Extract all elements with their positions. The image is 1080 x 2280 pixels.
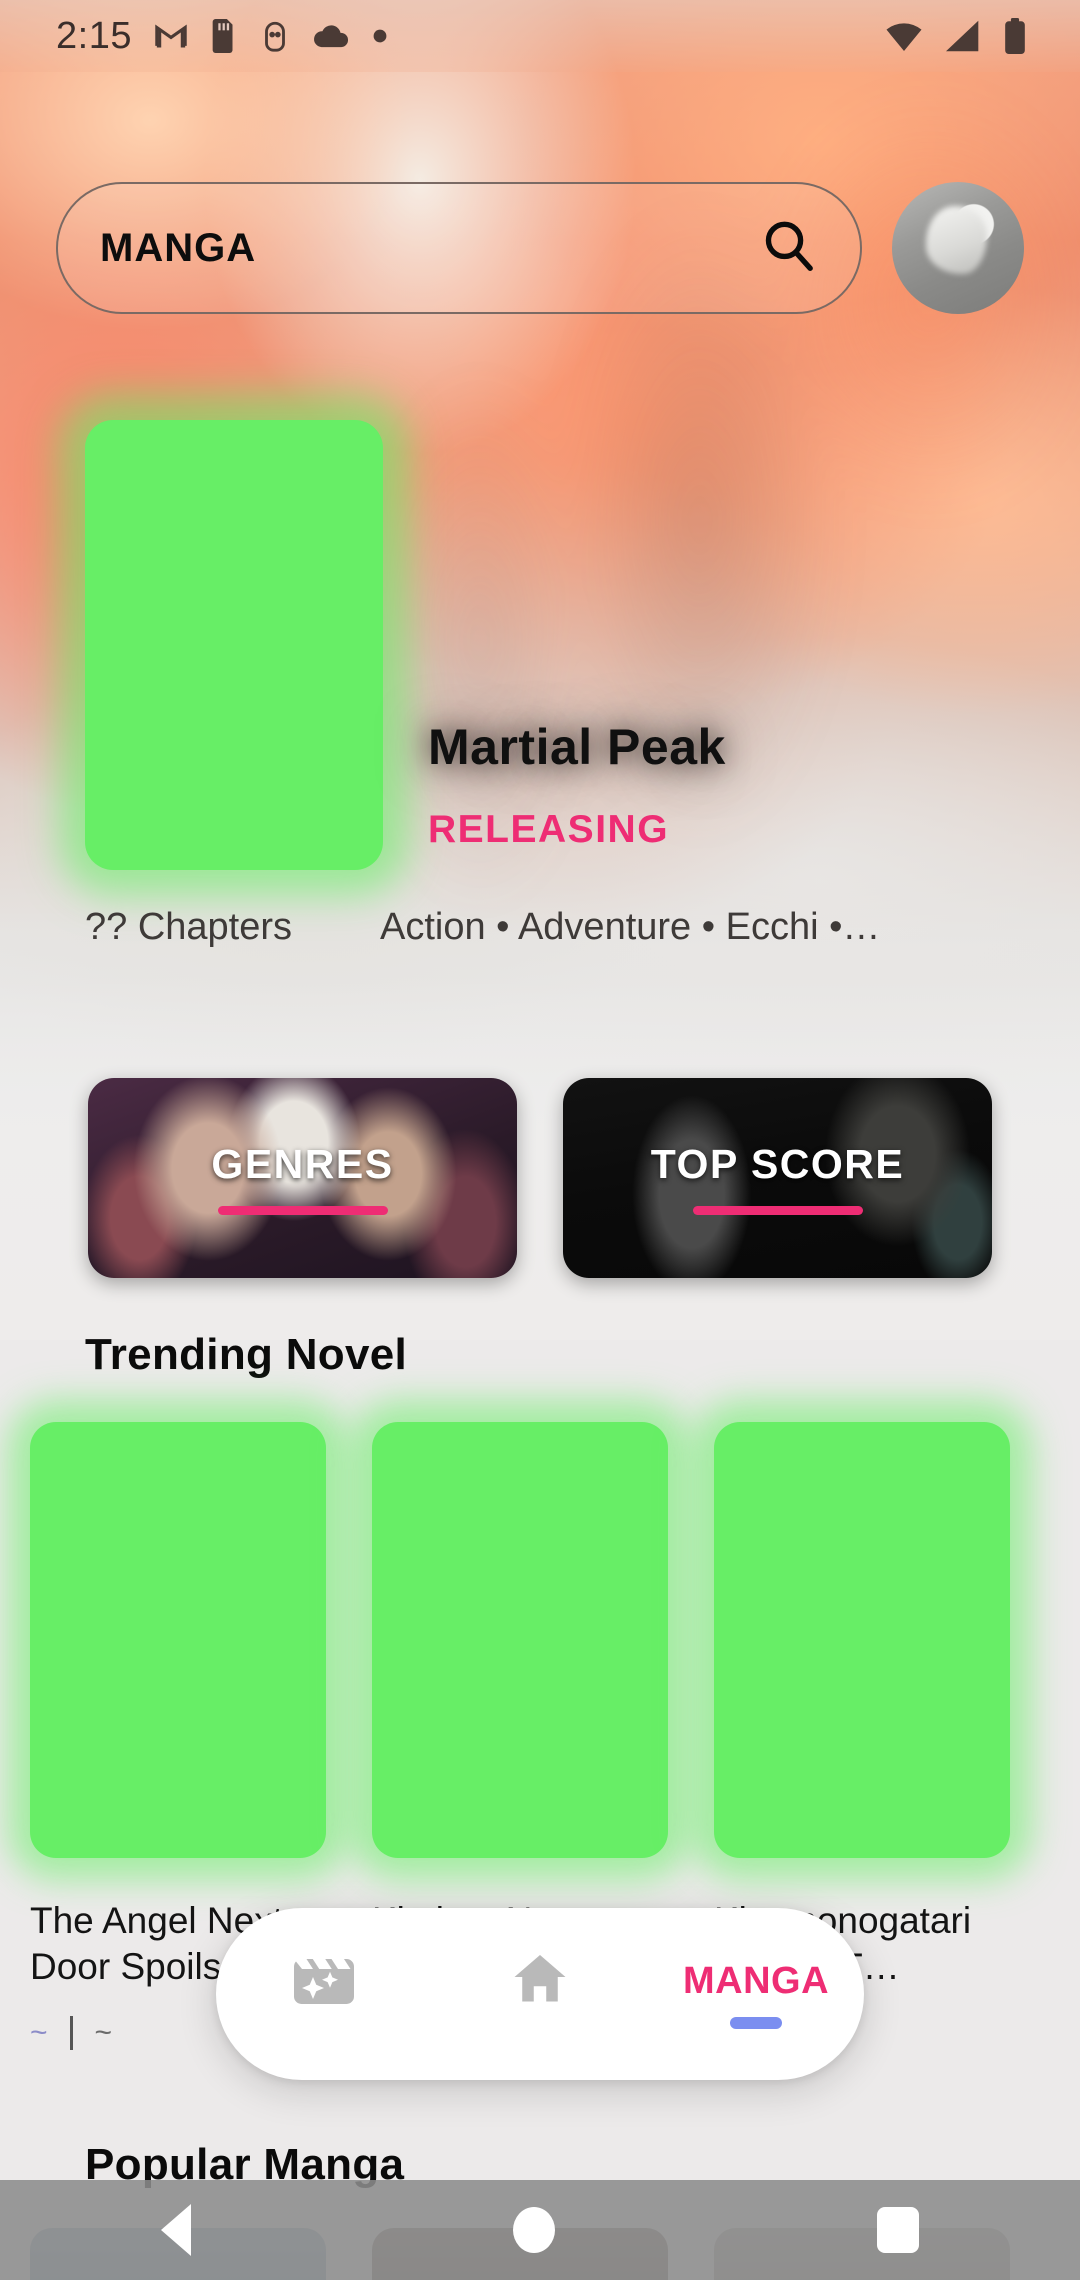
search-row: MANGA <box>0 182 1080 314</box>
hero-poster-placeholder[interactable] <box>85 420 383 870</box>
search-icon[interactable] <box>760 217 818 280</box>
tab-manga[interactable]: MANGA <box>666 1919 846 2069</box>
tab-manga-label: MANGA <box>682 1959 830 2002</box>
top-score-card-label: TOP SCORE <box>650 1141 905 1187</box>
top-score-card-underline <box>692 1206 863 1215</box>
android-app-icon <box>260 19 290 53</box>
wifi-icon <box>884 19 924 53</box>
genres-card-underline <box>217 1206 388 1215</box>
home-icon <box>509 1949 571 2014</box>
recents-square-icon[interactable] <box>877 2207 919 2253</box>
trending-score: ~ <box>30 2016 48 2049</box>
tab-manga-active-indicator <box>730 2016 782 2029</box>
tab-anime[interactable] <box>234 1919 414 2069</box>
search-input-value: MANGA <box>100 225 257 270</box>
sd-card-icon <box>210 19 238 53</box>
status-bar-right <box>884 18 1080 54</box>
hero-chapters-count: ?? Chapters <box>85 906 293 948</box>
top-score-card[interactable]: TOP SCORE <box>563 1078 992 1278</box>
hero-title: Martial Peak <box>428 719 726 775</box>
clapperboard-sparkle-icon <box>291 1949 357 2014</box>
cloud-icon <box>312 22 350 50</box>
cellular-signal-icon <box>944 19 982 53</box>
trending-cover-placeholder[interactable] <box>714 1422 1010 1858</box>
bottom-navigation-bar: MANGA <box>216 1908 864 2080</box>
dot-icon <box>372 28 388 44</box>
status-bar-clock: 2:15 <box>56 14 132 57</box>
trending-cover-placeholder[interactable] <box>372 1422 668 1858</box>
divider <box>69 2016 73 2050</box>
user-avatar[interactable] <box>892 182 1024 314</box>
search-input[interactable]: MANGA <box>56 182 862 314</box>
category-card-row: GENRES TOP SCORE <box>0 1078 1080 1278</box>
status-bar-left: 2:15 <box>0 15 388 58</box>
system-navigation-bar <box>0 2180 1080 2280</box>
gmail-icon <box>154 19 188 53</box>
top-score-card-inner: TOP SCORE <box>651 1141 905 1215</box>
trending-cover-placeholder[interactable] <box>30 1422 326 1858</box>
hero-meta-row: ?? Chapters Action • Adventure • Ecchi •… <box>0 906 1080 949</box>
trending-novel-heading: Trending Novel <box>85 1330 408 1379</box>
genres-card[interactable]: GENRES <box>88 1078 517 1278</box>
status-bar: 2:15 <box>0 0 1080 72</box>
trending-count: ~ <box>94 2016 113 2049</box>
hero-genres-list: Action • Adventure • Ecchi •… <box>380 906 881 948</box>
genres-card-label: GENRES <box>211 1141 394 1187</box>
tab-home[interactable] <box>450 1919 630 2069</box>
back-triangle-icon[interactable] <box>161 2204 191 2256</box>
hero-status-badge: RELEASING <box>428 808 670 851</box>
home-circle-icon[interactable] <box>513 2207 555 2253</box>
genres-card-inner: GENRES <box>211 1141 393 1215</box>
battery-icon <box>1002 18 1028 54</box>
